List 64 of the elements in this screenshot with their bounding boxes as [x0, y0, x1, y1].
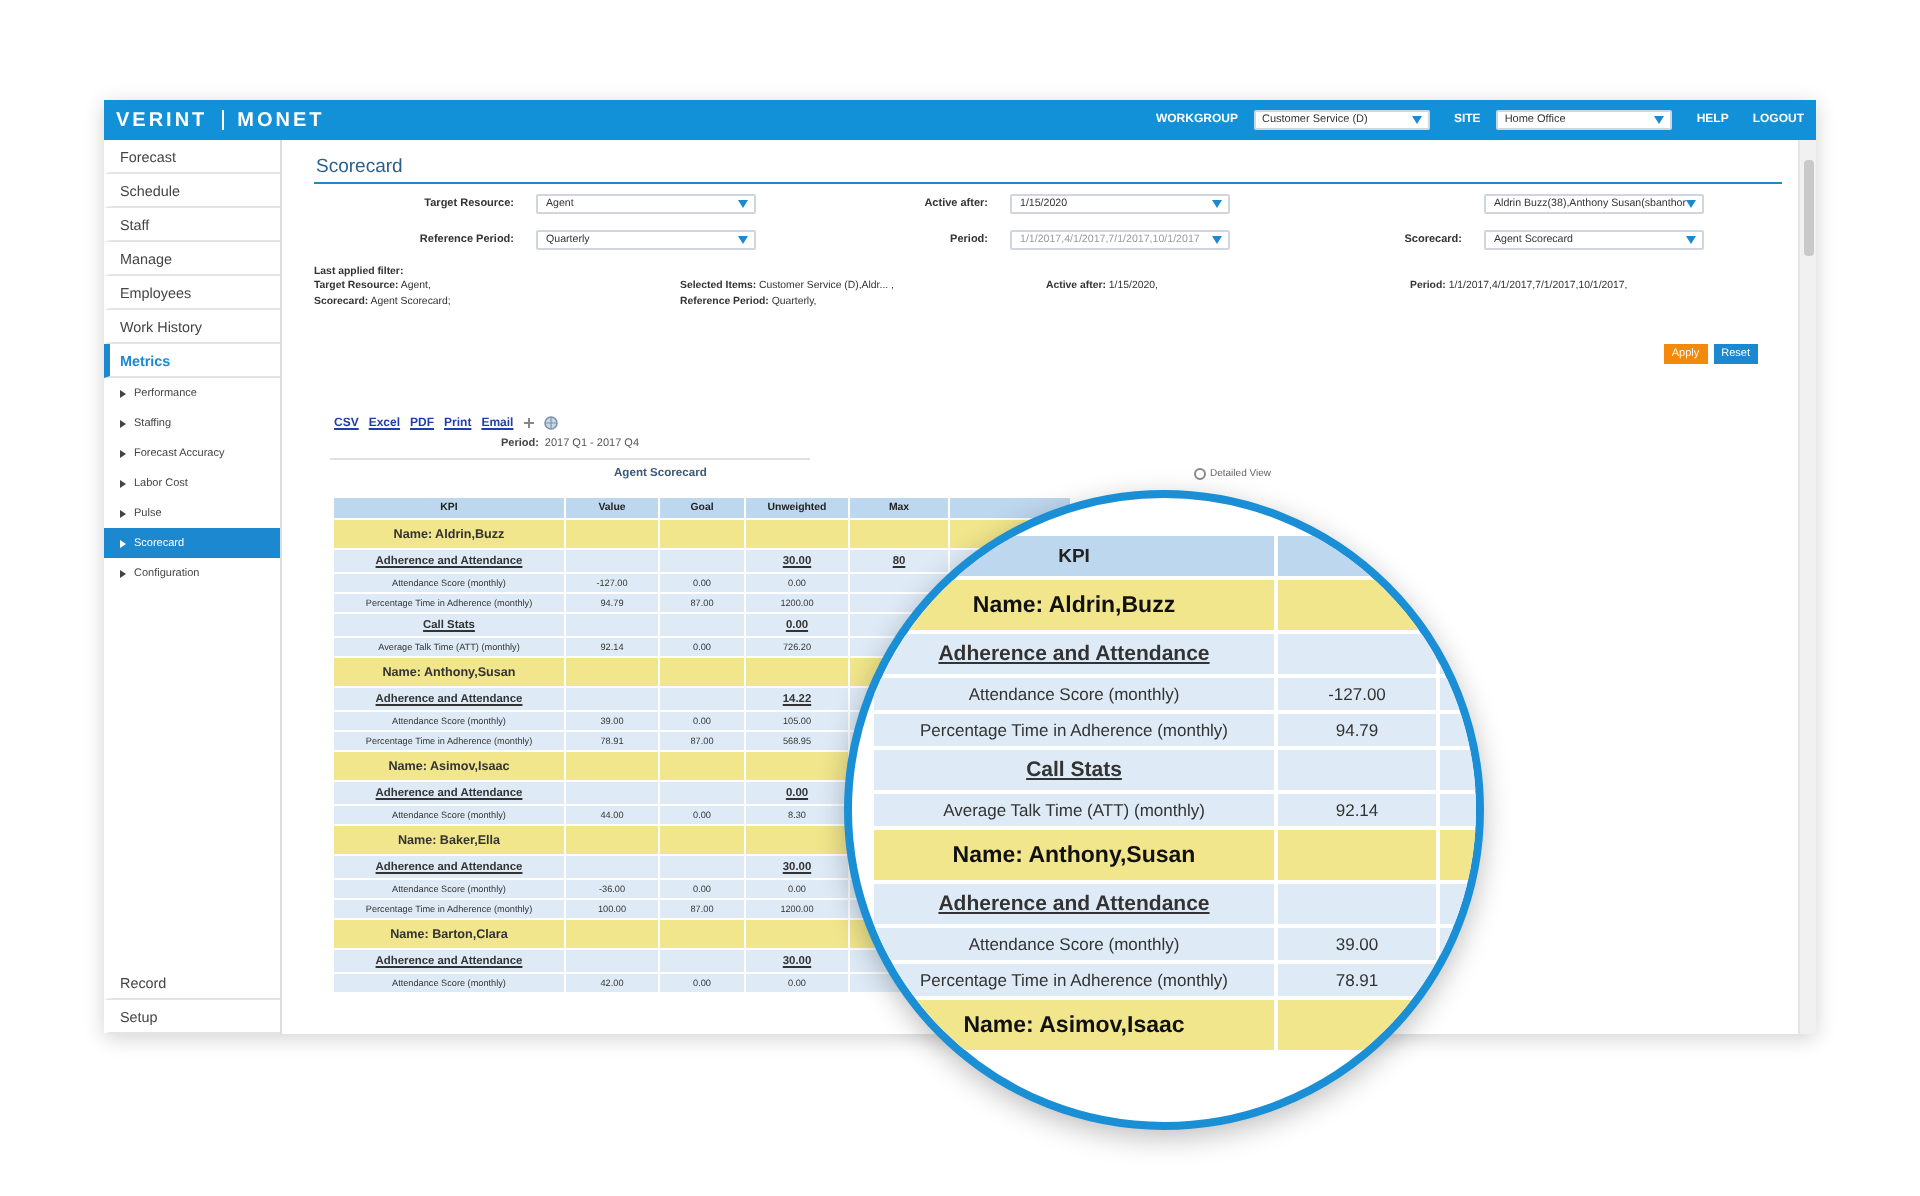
- table-cell: Call Stats: [874, 750, 1274, 790]
- logo: VERINT: [116, 109, 208, 131]
- table-cell: [850, 574, 948, 592]
- table-cell: Attendance Score (monthly): [874, 928, 1274, 960]
- product-name: MONET: [237, 109, 325, 131]
- table-cell: [746, 826, 848, 854]
- table-cell: [660, 752, 744, 780]
- column-header: [950, 498, 1070, 518]
- table-cell: [746, 658, 848, 686]
- table-cell: 39.00: [1278, 928, 1436, 960]
- table-cell: [566, 550, 658, 572]
- table-cell: [660, 550, 744, 572]
- table-cell: [566, 920, 658, 948]
- caret-icon: [1212, 200, 1222, 208]
- table-cell: [660, 920, 744, 948]
- caret-icon: [1411, 116, 1422, 124]
- caret-icon: [738, 236, 748, 244]
- logo-divider: [221, 110, 224, 130]
- caret-icon: [1212, 236, 1222, 244]
- triangle-icon: [120, 419, 126, 427]
- table-cell: [746, 920, 848, 948]
- table-cell: [566, 614, 658, 636]
- caret-icon: [1654, 116, 1665, 124]
- table-cell: [566, 688, 658, 710]
- table-cell: [850, 520, 948, 548]
- table-cell: [566, 826, 658, 854]
- table-cell: [566, 752, 658, 780]
- table-cell: 78.91: [1278, 964, 1436, 996]
- table-cell: 92.14: [1278, 794, 1436, 826]
- table-cell: [746, 752, 848, 780]
- table-cell: [660, 950, 744, 972]
- table-cell: [660, 520, 744, 548]
- table-cell: Attendance Score (monthly): [874, 678, 1274, 710]
- caret-icon: [1686, 200, 1696, 208]
- radio-icon[interactable]: [1194, 468, 1206, 480]
- table-cell: [566, 950, 658, 972]
- table-cell: Name: Anthony,Susan: [874, 830, 1274, 880]
- table-cell: [660, 658, 744, 686]
- caret-icon: [738, 200, 748, 208]
- table-cell: [660, 856, 744, 878]
- triangle-icon: [120, 569, 126, 577]
- table-cell: [566, 658, 658, 686]
- table-cell: [566, 520, 658, 548]
- triangle-icon: [120, 389, 126, 397]
- globe-icon[interactable]: [543, 416, 558, 430]
- table-cell: [660, 688, 744, 710]
- table-cell: [566, 782, 658, 804]
- triangle-icon: [120, 479, 126, 487]
- table-cell: [746, 520, 848, 548]
- table-cell: -127.00: [1278, 678, 1436, 710]
- caret-icon: [1686, 236, 1696, 244]
- triangle-icon: [120, 509, 126, 517]
- table-cell: [566, 856, 658, 878]
- table-cell: [660, 782, 744, 804]
- plus-icon[interactable]: [523, 418, 534, 428]
- table-cell: Average Talk Time (ATT) (monthly): [874, 794, 1274, 826]
- triangle-icon: [120, 539, 126, 547]
- table-cell: Adherence and Attendance: [874, 884, 1274, 924]
- scrollbar[interactable]: [1798, 140, 1816, 1034]
- table-cell: 94.79: [1278, 714, 1436, 746]
- triangle-icon: [120, 449, 126, 457]
- table-cell: [660, 614, 744, 636]
- page-title: Scorecard: [314, 140, 1782, 184]
- table-cell: [660, 826, 744, 854]
